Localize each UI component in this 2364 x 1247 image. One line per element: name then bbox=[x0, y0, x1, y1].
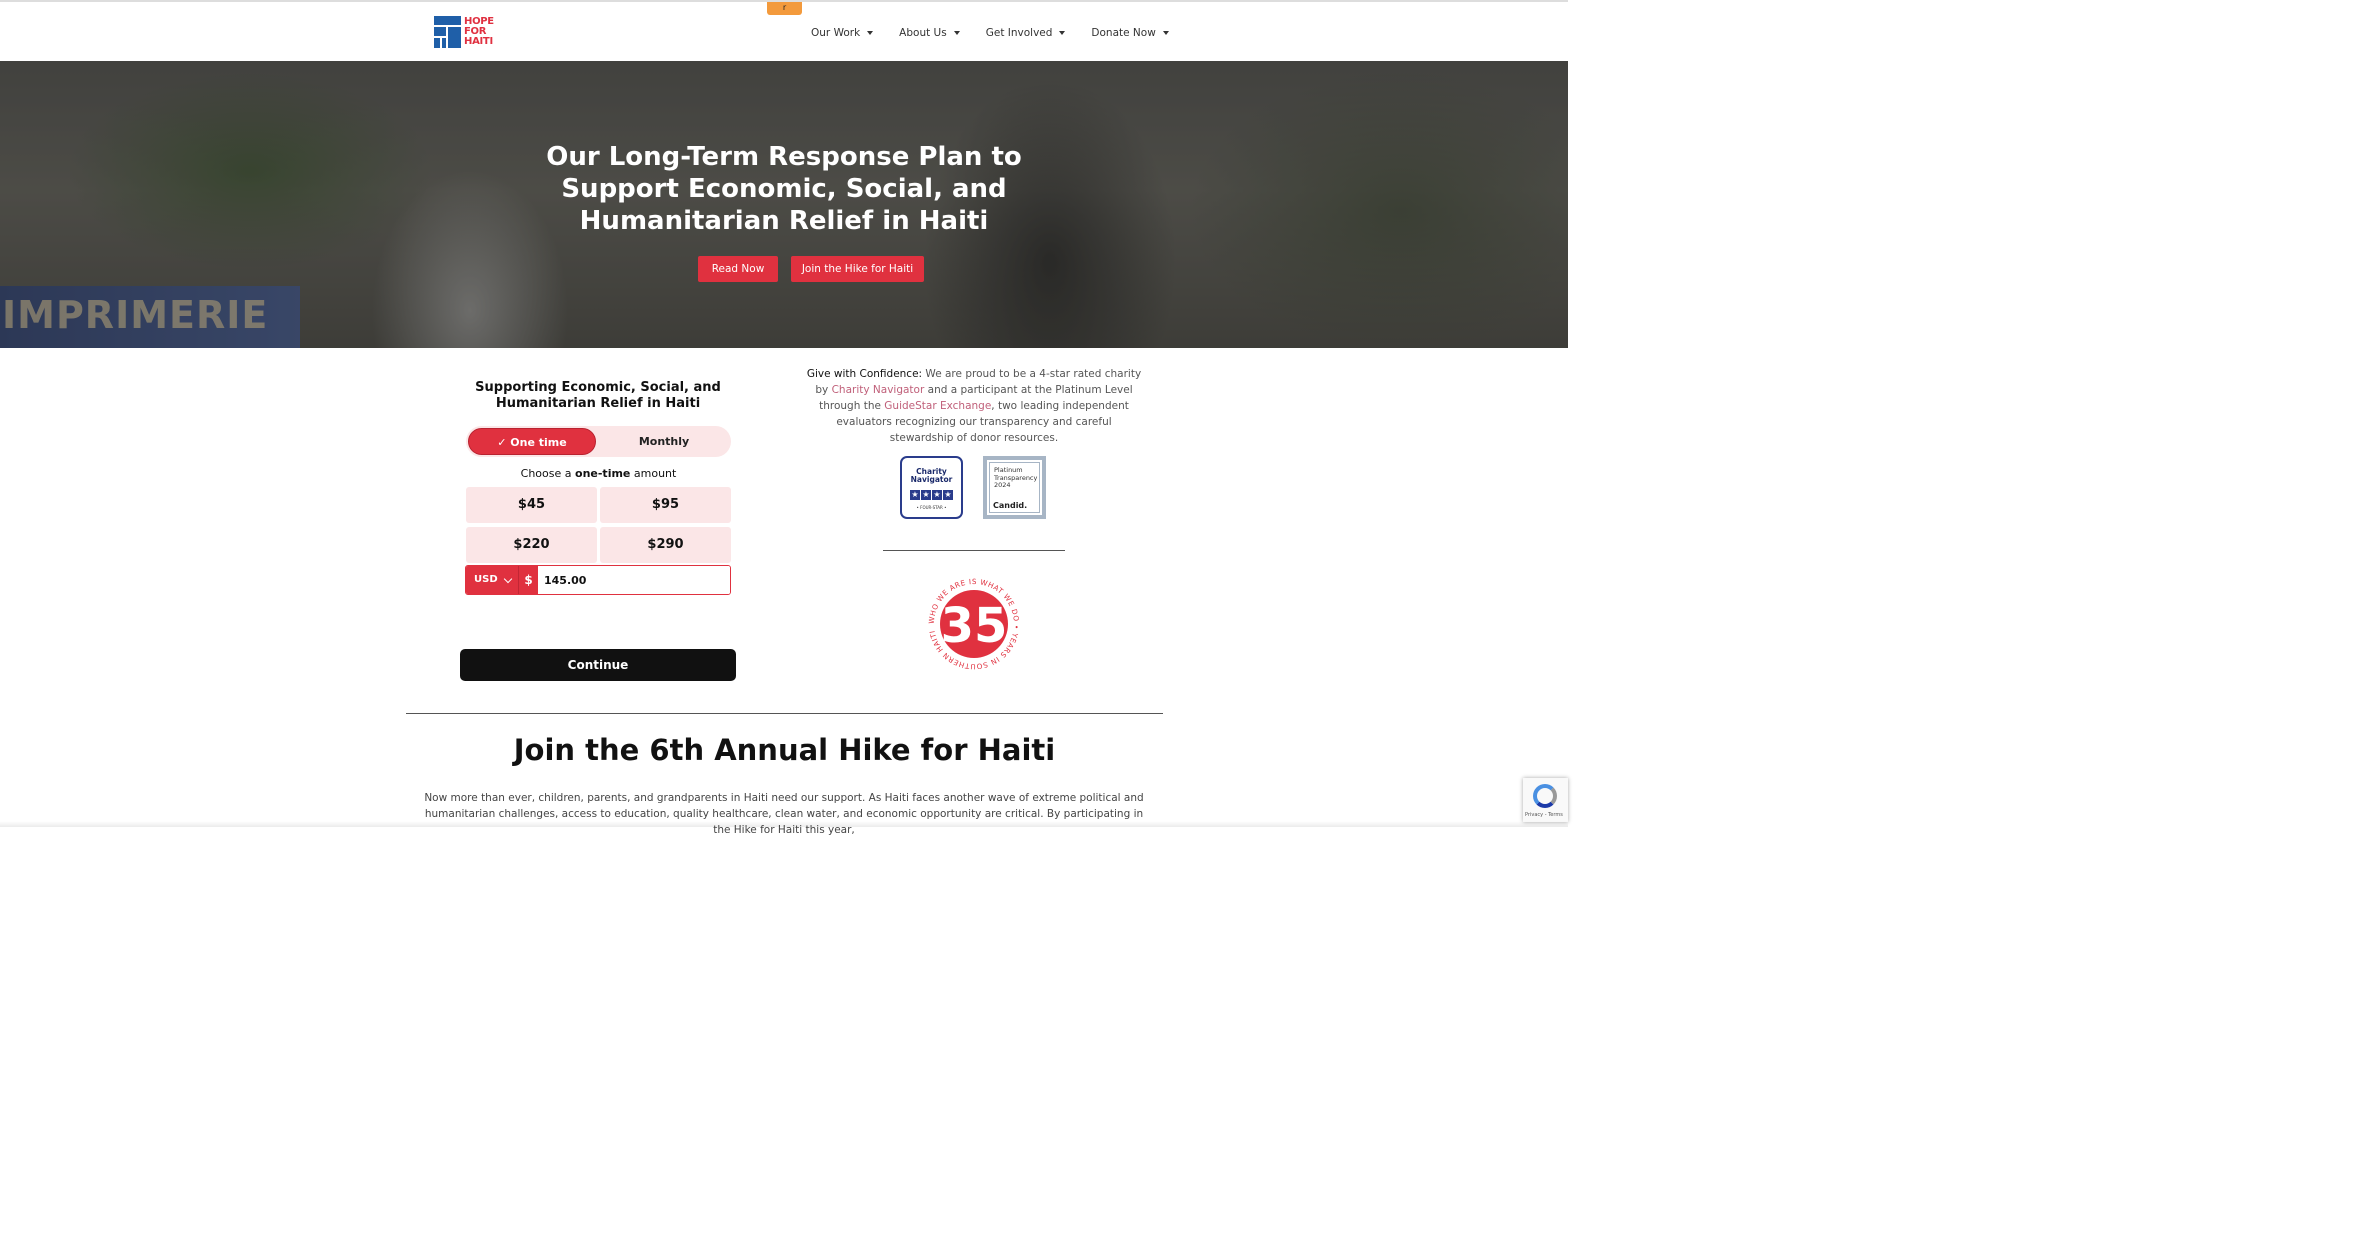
main-nav: Our Work About Us Get Involved Donate No… bbox=[811, 27, 1195, 39]
section-divider bbox=[406, 713, 1163, 714]
frequency-toggle: ✓ One time Monthly bbox=[466, 426, 731, 457]
join-hike-button[interactable]: Join the Hike for Haiti bbox=[791, 256, 924, 282]
35-years-seal-icon: WHO WE ARE IS WHAT WE DO • YEARS IN SOUT… bbox=[927, 577, 1021, 671]
nav-our-work[interactable]: Our Work bbox=[811, 27, 874, 39]
give-with-confidence-text: Give with Confidence: We are proud to be… bbox=[806, 368, 1142, 444]
read-now-button[interactable]: Read Now bbox=[698, 256, 778, 282]
caret-down-icon bbox=[953, 31, 960, 35]
svg-text:35: 35 bbox=[941, 598, 1008, 654]
hike-section-text: Now more than ever, children, parents, a… bbox=[424, 792, 1144, 836]
hope-for-haiti-logo[interactable]: HOPE FOR HAITI bbox=[434, 16, 494, 48]
recaptcha-badge[interactable]: Privacy - Terms bbox=[1523, 778, 1568, 822]
site-header: r HOPE FOR HAITI Our Work About Us Get I… bbox=[0, 0, 1568, 61]
amount-220-button[interactable]: $220 bbox=[466, 527, 597, 563]
page-fade bbox=[0, 821, 1568, 827]
donation-form-title: Supporting Economic, Social, and Humanit… bbox=[475, 380, 721, 411]
caret-down-icon bbox=[867, 31, 874, 35]
logo-wordmark: HOPE FOR HAITI bbox=[464, 16, 494, 47]
caret-down-icon bbox=[1162, 31, 1169, 35]
recaptcha-icon bbox=[1533, 784, 1557, 808]
nav-about-us[interactable]: About Us bbox=[899, 27, 960, 39]
currency-select[interactable]: USD bbox=[466, 566, 518, 594]
caret-down-icon bbox=[1059, 31, 1066, 35]
nav-get-involved[interactable]: Get Involved bbox=[986, 27, 1066, 39]
custom-amount-row: USD $ bbox=[465, 565, 731, 595]
four-star-icon: ★ ★ ★ ★ bbox=[910, 490, 953, 500]
charity-navigator-badge[interactable]: Charity Navigator ★ ★ ★ ★ • FOUR-STAR • bbox=[900, 456, 963, 519]
dollar-sign: $ bbox=[518, 566, 538, 594]
choose-amount-label: Choose a one-time amount bbox=[520, 467, 677, 480]
chevron-down-icon bbox=[503, 574, 513, 584]
guidestar-exchange-link[interactable]: GuideStar Exchange bbox=[884, 400, 991, 412]
charity-navigator-link[interactable]: Charity Navigator bbox=[832, 384, 925, 396]
one-time-toggle[interactable]: ✓ One time bbox=[468, 428, 596, 455]
candid-platinum-badge[interactable]: Platinum Transparency 2024 Candid. bbox=[983, 456, 1046, 519]
hike-section-title: Join the 6th Annual Hike for Haiti bbox=[513, 733, 1056, 767]
nav-donate-now[interactable]: Donate Now bbox=[1091, 27, 1169, 39]
amount-45-button[interactable]: $45 bbox=[466, 487, 597, 523]
amount-95-button[interactable]: $95 bbox=[600, 487, 731, 523]
continue-button[interactable]: Continue bbox=[460, 649, 736, 681]
feedback-tab[interactable]: r bbox=[767, 2, 802, 15]
amount-290-button[interactable]: $290 bbox=[600, 527, 731, 563]
monthly-toggle[interactable]: Monthly bbox=[599, 428, 729, 455]
hero-title: Our Long-Term Response Plan to Support E… bbox=[546, 142, 1022, 236]
custom-amount-input[interactable] bbox=[538, 566, 730, 594]
logo-mark-icon bbox=[434, 16, 461, 48]
divider bbox=[883, 550, 1065, 551]
